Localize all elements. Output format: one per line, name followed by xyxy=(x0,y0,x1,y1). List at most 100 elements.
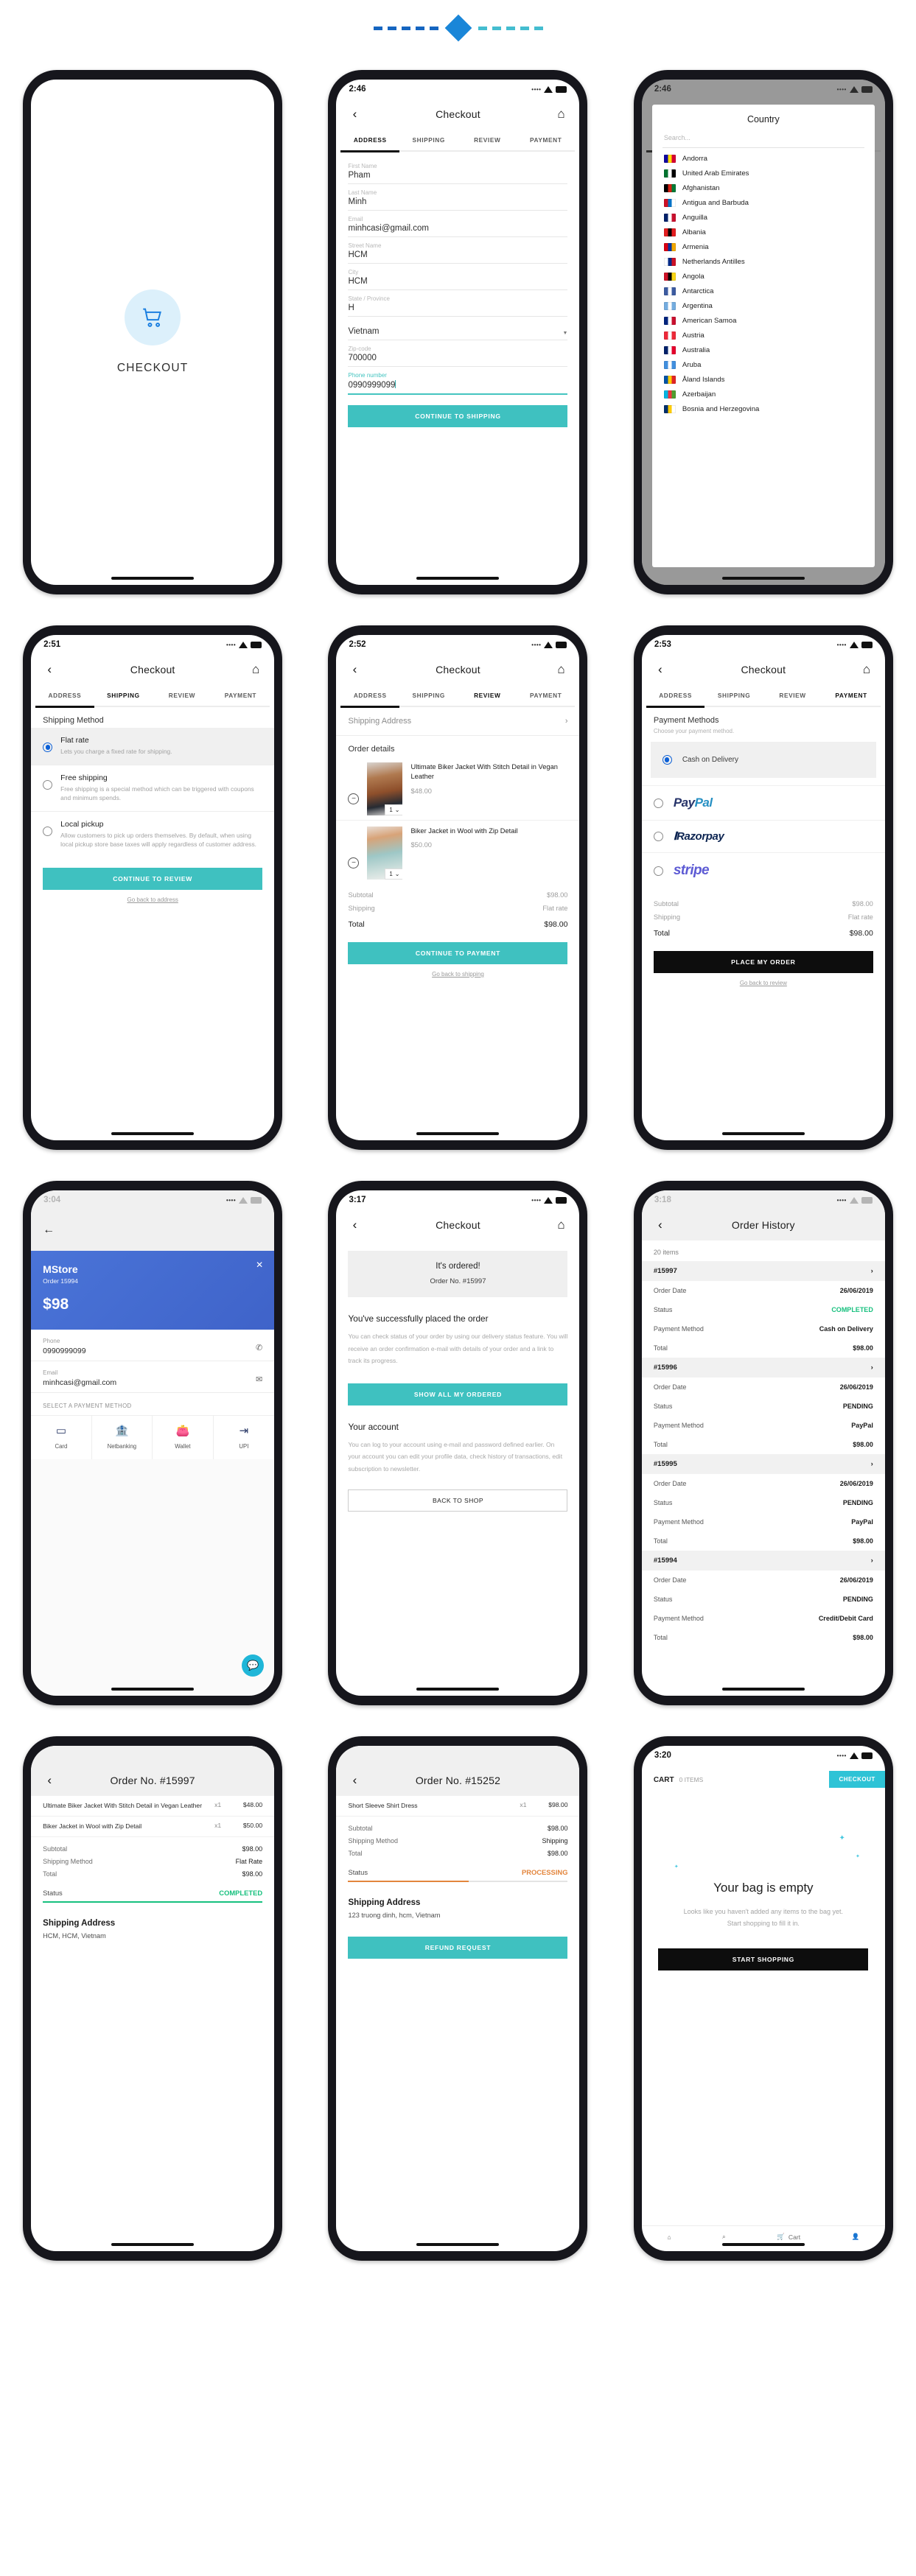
tab-address[interactable]: ADDRESS xyxy=(646,685,705,706)
chevron-left-icon[interactable]: ‹ xyxy=(346,106,363,122)
payment-method-cash-on-delivery[interactable]: Cash on Delivery xyxy=(650,742,876,778)
payment-method-razorpay[interactable]: 𝐈Razorpay xyxy=(641,820,885,852)
tab-review[interactable]: REVIEW xyxy=(458,685,517,706)
country-select[interactable]: Vietnam ▼ xyxy=(348,317,568,340)
country-list-item[interactable]: Bosnia and Herzegovina xyxy=(652,401,875,416)
payment-method-stripe[interactable]: stripe xyxy=(641,852,885,888)
chevron-left-icon[interactable]: ‹ xyxy=(652,661,668,678)
tab-payment[interactable]: PAYMENT xyxy=(211,685,270,706)
country-list-item[interactable]: Netherlands Antilles xyxy=(652,254,875,269)
country-list-item[interactable]: American Samoa xyxy=(652,313,875,328)
first-name-field[interactable]: First Name Pham xyxy=(348,158,568,184)
chevron-left-icon[interactable]: ‹ xyxy=(41,661,57,678)
order-history-header[interactable]: #15995 › xyxy=(641,1454,885,1474)
country-list-item[interactable]: Aruba xyxy=(652,357,875,372)
country-list-item[interactable]: Anguilla xyxy=(652,210,875,225)
tab-review[interactable]: REVIEW xyxy=(763,685,822,706)
quantity-stepper[interactable]: 1 ⌄ xyxy=(385,804,403,815)
country-list-item[interactable]: Antigua and Barbuda xyxy=(652,195,875,210)
country-list-item[interactable]: Argentina xyxy=(652,298,875,313)
tab-shipping[interactable]: SHIPPING xyxy=(94,685,153,706)
chevron-left-icon[interactable]: ‹ xyxy=(346,661,363,678)
chat-icon[interactable]: 💬 xyxy=(242,1654,265,1677)
country-list-item[interactable]: Albania xyxy=(652,225,875,239)
country-list-item[interactable]: Åland Islands xyxy=(652,372,875,387)
country-list-item[interactable]: Azerbaijan xyxy=(652,387,875,401)
chevron-left-icon[interactable]: ‹ xyxy=(346,1772,363,1789)
sheet-phone-field[interactable]: Phone 0990999099 ✆ xyxy=(31,1330,275,1361)
tab-address[interactable]: ADDRESS xyxy=(340,130,399,150)
home-icon[interactable]: ⌂ xyxy=(553,1217,569,1233)
refund-request-button[interactable]: REFUND REQUEST xyxy=(348,1937,568,1959)
street-name-field[interactable]: Street Name HCM xyxy=(348,237,568,264)
radio-icon[interactable] xyxy=(43,779,53,790)
payment-method-paypal[interactable]: PayPal xyxy=(641,785,885,820)
go-back-to-review-link[interactable]: Go back to review xyxy=(642,980,885,986)
nav-home[interactable]: ⌂ xyxy=(667,2233,671,2241)
checkout-button[interactable]: CHECKOUT xyxy=(829,1771,885,1788)
radio-icon[interactable] xyxy=(653,798,663,808)
tab-review[interactable]: REVIEW xyxy=(153,685,211,706)
country-list-item[interactable]: Angola xyxy=(652,269,875,284)
radio-icon[interactable] xyxy=(653,832,663,841)
shipping-address-row[interactable]: Shipping Address › xyxy=(336,707,580,736)
tab-shipping[interactable]: SHIPPING xyxy=(399,130,458,150)
last-name-field[interactable]: Last Name Minh xyxy=(348,184,568,211)
city-field[interactable]: City HCM xyxy=(348,264,568,290)
go-back-to-address-link[interactable]: Go back to address xyxy=(31,896,274,903)
shipping-option-flat-rate[interactable]: Flat rate Lets you charge a fixed rate f… xyxy=(31,728,275,765)
home-icon[interactable]: ⌂ xyxy=(553,661,569,678)
home-icon[interactable]: ⌂ xyxy=(553,106,569,122)
start-shopping-button[interactable]: START SHOPPING xyxy=(658,1948,869,1971)
quantity-stepper[interactable]: 1 ⌄ xyxy=(385,868,403,880)
place-my-order-button[interactable]: PLACE MY ORDER xyxy=(653,951,873,973)
tab-shipping[interactable]: SHIPPING xyxy=(399,685,458,706)
radio-icon[interactable] xyxy=(653,866,663,876)
remove-item-icon[interactable]: − xyxy=(348,857,360,868)
shipping-option-local-pickup[interactable]: Local pickup Allow customers to pick up … xyxy=(31,810,275,857)
tab-address[interactable]: ADDRESS xyxy=(35,685,94,706)
arrow-left-icon[interactable]: ← xyxy=(43,1224,55,1237)
phone-number-field[interactable]: Phone number 0990999099 xyxy=(348,367,568,395)
nav-cart[interactable]: 🛒 Cart xyxy=(777,2233,800,2241)
state-province-field[interactable]: State / Province H xyxy=(348,290,568,317)
tab-address[interactable]: ADDRESS xyxy=(340,685,399,706)
order-history-header[interactable]: #15997 › xyxy=(641,1261,885,1281)
sheet-email-field[interactable]: Email minhcasi@gmail.com ✉ xyxy=(31,1361,275,1393)
back-to-shop-button[interactable]: BACK TO SHOP xyxy=(348,1489,568,1512)
country-list-item[interactable]: Afghanistan xyxy=(652,180,875,195)
country-list-item[interactable]: United Arab Emirates xyxy=(652,166,875,180)
payment-option-card[interactable]: ▭ Card xyxy=(31,1416,92,1459)
nav-search[interactable]: ⌕ xyxy=(722,2233,726,2241)
show-all-my-ordered-button[interactable]: SHOW ALL MY ORDERED xyxy=(348,1383,568,1405)
chevron-left-icon[interactable]: ‹ xyxy=(652,1217,668,1233)
country-list-item[interactable]: Antarctica xyxy=(652,284,875,298)
tab-payment[interactable]: PAYMENT xyxy=(517,685,576,706)
country-list-item[interactable]: Australia xyxy=(652,343,875,357)
tab-shipping[interactable]: SHIPPING xyxy=(705,685,763,706)
payment-option-netbanking[interactable]: 🏦 Netbanking xyxy=(92,1416,153,1459)
chevron-left-icon[interactable]: ‹ xyxy=(41,1772,57,1789)
tab-payment[interactable]: PAYMENT xyxy=(517,130,576,150)
chevron-left-icon[interactable]: ‹ xyxy=(346,1217,363,1233)
order-history-header[interactable]: #15996 › xyxy=(641,1358,885,1378)
nav-account[interactable]: 👤 xyxy=(851,2233,859,2241)
radio-icon[interactable] xyxy=(43,826,53,836)
tab-review[interactable]: REVIEW xyxy=(458,130,517,150)
payment-option-wallet[interactable]: 👛 Wallet xyxy=(153,1416,214,1459)
close-icon[interactable]: ✕ xyxy=(256,1260,263,1270)
remove-item-icon[interactable]: − xyxy=(348,793,360,804)
radio-icon[interactable] xyxy=(43,743,53,752)
zip-code-field[interactable]: Zip-code 700000 xyxy=(348,340,568,367)
country-list-item[interactable]: Armenia xyxy=(652,239,875,254)
email-field[interactable]: Email minhcasi@gmail.com xyxy=(348,211,568,237)
country-search-input[interactable]: Search... xyxy=(652,133,875,147)
tab-payment[interactable]: PAYMENT xyxy=(822,685,881,706)
country-list-item[interactable]: Andorra xyxy=(652,151,875,166)
home-icon[interactable]: ⌂ xyxy=(248,661,264,678)
shipping-option-free-shipping[interactable]: Free shipping Free shipping is a special… xyxy=(31,764,275,811)
payment-option-upi[interactable]: ⇥ UPI xyxy=(214,1416,275,1459)
country-list[interactable]: Andorra United Arab Emirates Afghanistan An… xyxy=(652,148,875,567)
continue-to-payment-button[interactable]: CONTINUE TO PAYMENT xyxy=(348,942,568,964)
continue-to-review-button[interactable]: CONTINUE TO REVIEW xyxy=(43,868,263,891)
